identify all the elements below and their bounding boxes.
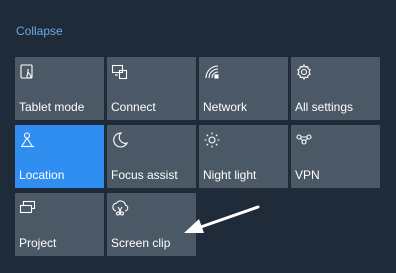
tile-label: VPN (295, 168, 320, 182)
tile-label: Connect (111, 100, 156, 114)
action-center-panel: Collapse Tablet mode Connect Network All… (0, 0, 396, 273)
quick-actions-grid: Tablet mode Connect Network All settings… (15, 57, 380, 256)
network-icon (203, 63, 221, 81)
tile-network[interactable]: Network (199, 57, 288, 120)
tile-label: Night light (203, 168, 257, 182)
tile-label: Focus assist (111, 168, 178, 182)
tile-tablet-mode[interactable]: Tablet mode (15, 57, 104, 120)
tile-vpn[interactable]: VPN (291, 125, 380, 188)
screen-clip-icon (111, 199, 129, 217)
focus-assist-moon-icon (111, 131, 129, 149)
tile-all-settings[interactable]: All settings (291, 57, 380, 120)
tile-night-light[interactable]: Night light (199, 125, 288, 188)
tile-label: All settings (295, 100, 354, 114)
tile-location[interactable]: Location (15, 125, 104, 188)
tile-label: Project (19, 236, 57, 250)
tile-label: Screen clip (111, 236, 171, 250)
night-light-icon (203, 131, 221, 149)
connect-icon (111, 63, 129, 81)
location-icon (19, 131, 37, 149)
tile-project[interactable]: Project (15, 193, 104, 256)
tile-connect[interactable]: Connect (107, 57, 196, 120)
tile-label: Network (203, 100, 248, 114)
tile-label: Tablet mode (19, 100, 85, 114)
tile-focus-assist[interactable]: Focus assist (107, 125, 196, 188)
tile-label: Location (19, 168, 65, 182)
settings-gear-icon (295, 63, 313, 81)
tile-screen-clip[interactable]: Screen clip (107, 193, 196, 256)
vpn-icon (295, 131, 313, 149)
tablet-mode-icon (19, 63, 37, 81)
collapse-link[interactable]: Collapse (16, 24, 63, 38)
project-icon (19, 199, 37, 217)
